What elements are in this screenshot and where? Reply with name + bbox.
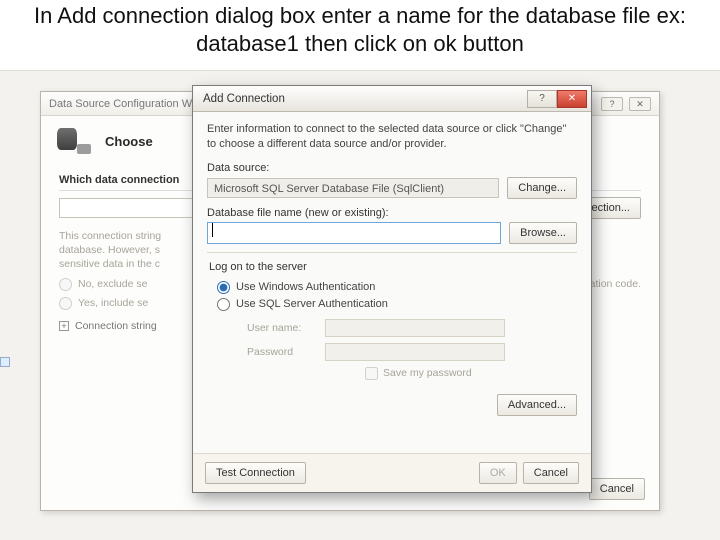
cancel-button[interactable]: Cancel [523,462,579,484]
close-icon[interactable]: ✕ [629,97,651,111]
wizard-cancel-button[interactable]: Cancel [589,478,645,500]
ruler-marker [0,357,10,367]
dialog-footer: Test Connection OK Cancel [193,453,591,492]
dialog-titlebar: Add Connection ? ✕ [193,86,591,112]
wizard-title-text: Data Source Configuration Wizard [49,92,216,116]
advanced-button[interactable]: Advanced... [497,394,577,416]
help-icon[interactable]: ? [527,90,557,108]
password-label: Password [247,346,317,358]
sql-auth-radio[interactable]: Use SQL Server Authentication [207,296,577,313]
username-label: User name: [247,322,317,334]
add-connection-dialog: Add Connection ? ✕ Enter information to … [192,85,592,493]
save-password-checkbox[interactable]: Save my password [365,367,577,380]
logon-group: Log on to the server Use Windows Authent… [207,252,577,380]
db-file-label: Database file name (new or existing): [207,207,577,219]
wizard-window-buttons: ? ✕ [601,97,651,111]
change-button[interactable]: Change... [507,177,577,199]
data-source-label: Data source: [207,162,577,174]
logon-group-title: Log on to the server [207,261,577,273]
username-input[interactable] [325,319,505,337]
windows-auth-radio[interactable]: Use Windows Authentication [207,279,577,296]
dialog-window-buttons: ? ✕ [527,90,587,108]
browse-button[interactable]: Browse... [509,222,577,244]
plus-icon: + [59,321,69,331]
credentials-block: User name: Password Save my password [247,319,577,380]
dialog-title-text: Add Connection [203,93,285,105]
screenshot-canvas: Data Source Configuration Wizard ? ✕ Cho… [0,70,720,540]
database-icon [57,126,91,156]
slide-instruction: In Add connection dialog box enter a nam… [0,0,720,65]
password-input[interactable] [325,343,505,361]
dialog-info-text: Enter information to connect to the sele… [207,122,577,152]
db-file-input[interactable] [207,222,501,244]
help-icon[interactable]: ? [601,97,623,111]
close-icon[interactable]: ✕ [557,90,587,108]
dialog-body: Enter information to connect to the sele… [193,112,591,426]
wizard-heading: Choose [105,134,153,149]
wizard-footer: Cancel [589,478,645,500]
ok-button[interactable]: OK [479,462,517,484]
data-source-field: Microsoft SQL Server Database File (SqlC… [207,178,499,198]
test-connection-button[interactable]: Test Connection [205,462,306,484]
